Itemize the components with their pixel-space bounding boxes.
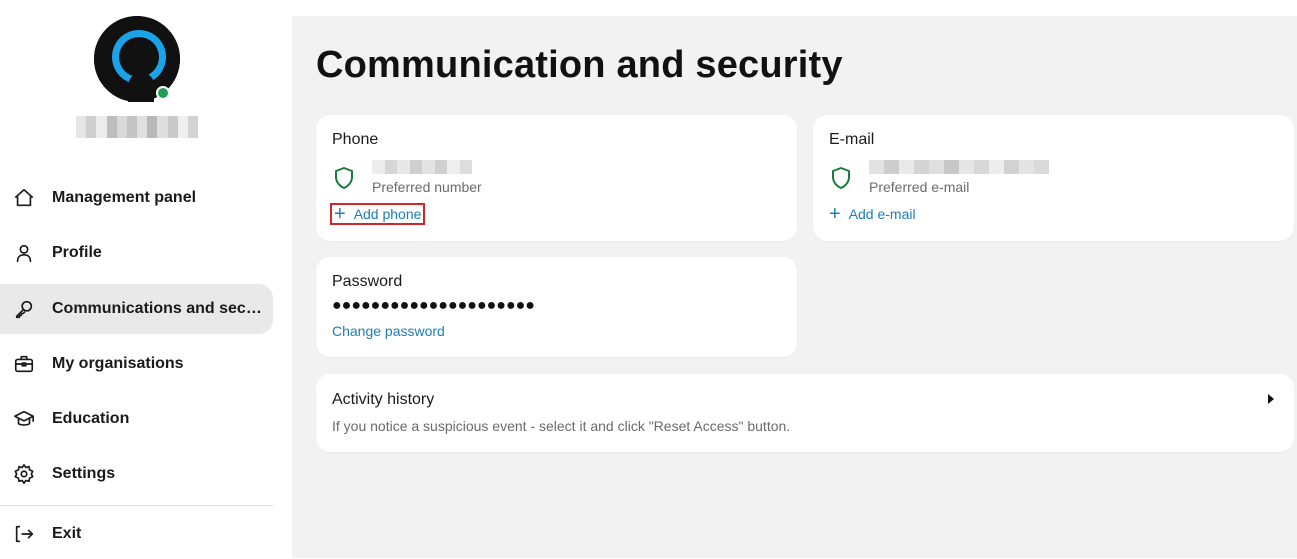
person-icon xyxy=(12,241,36,265)
sidebar-item-exit[interactable]: Exit xyxy=(0,509,273,559)
sidebar-item-education[interactable]: Education xyxy=(0,394,273,444)
sidebar-item-label: Exit xyxy=(52,525,82,542)
sidebar-item-label: Settings xyxy=(52,465,116,482)
sidebar-item-settings[interactable]: Settings xyxy=(0,449,273,499)
plus-icon: + xyxy=(334,203,346,225)
add-email-button[interactable]: + Add e-mail xyxy=(829,203,916,225)
add-phone-button[interactable]: + Add phone xyxy=(330,203,426,225)
sidebar: Management panel Profile Communications … xyxy=(0,0,292,558)
email-address-redacted xyxy=(869,160,1049,174)
home-icon xyxy=(12,186,36,210)
shield-icon xyxy=(335,167,353,189)
activity-history-description: If you notice a suspicious event - selec… xyxy=(332,418,791,434)
add-phone-label: Add phone xyxy=(353,206,422,222)
sidebar-item-label: My organisations xyxy=(52,355,184,372)
sidebar-item-communications-and-security[interactable]: Communications and security xyxy=(0,284,273,334)
phone-card-title: Phone xyxy=(332,131,379,148)
key-icon xyxy=(12,297,36,321)
password-masked-value: ●●●●●●●●●●●●●●●●●●●●● xyxy=(332,297,535,314)
change-password-link[interactable]: Change password xyxy=(332,323,445,339)
email-card: E-mail Preferred e-mail + Add e-mail xyxy=(813,115,1294,241)
username-redacted xyxy=(76,116,199,138)
activity-history-title: Activity history xyxy=(332,391,435,408)
preferred-email-label: Preferred e-mail xyxy=(869,179,970,195)
expand-caret-icon[interactable] xyxy=(1268,394,1274,404)
plus-icon: + xyxy=(829,203,841,225)
activity-history-card[interactable]: Activity history If you notice a suspici… xyxy=(316,374,1294,452)
logout-icon xyxy=(12,522,36,546)
sidebar-item-label: Management panel xyxy=(52,189,197,206)
page-title: Communication and security xyxy=(316,44,843,86)
password-card: Password ●●●●●●●●●●●●●●●●●●●●● Change pa… xyxy=(316,257,797,357)
sidebar-item-label: Education xyxy=(52,410,130,427)
add-email-label: Add e-mail xyxy=(848,206,916,222)
phone-card: Phone Preferred number + Add phone xyxy=(316,115,797,241)
online-status-dot xyxy=(156,86,170,100)
preferred-number-label: Preferred number xyxy=(372,179,482,195)
shield-icon xyxy=(832,167,850,189)
sidebar-item-management-panel[interactable]: Management panel xyxy=(0,173,273,223)
main-content: Communication and security Phone Preferr… xyxy=(292,16,1297,558)
sidebar-item-profile[interactable]: Profile xyxy=(0,228,273,278)
sidebar-item-label: Profile xyxy=(52,244,102,261)
graduation-cap-icon xyxy=(12,407,36,431)
sidebar-item-my-organisations[interactable]: My organisations xyxy=(0,339,273,389)
phone-number-redacted xyxy=(372,160,472,174)
email-card-title: E-mail xyxy=(829,131,875,148)
briefcase-icon xyxy=(12,352,36,376)
sidebar-divider xyxy=(0,505,273,506)
password-card-title: Password xyxy=(332,273,403,290)
gear-icon xyxy=(12,462,36,486)
sidebar-item-label: Communications and security xyxy=(52,300,264,317)
